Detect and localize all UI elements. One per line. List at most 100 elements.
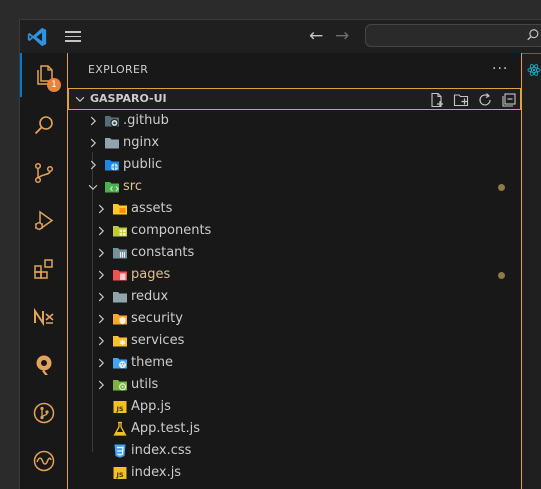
modified-indicator	[498, 272, 505, 279]
vscode-window: ← → 1 EXPLORER ··· GASPARO-UI .github ng…	[19, 19, 541, 489]
command-center-search[interactable]	[365, 24, 541, 47]
tree-item-label: theme	[131, 355, 173, 370]
tree-item-components[interactable]: components	[68, 220, 521, 242]
search-activity-button[interactable]	[20, 103, 67, 147]
workspace-folder-header[interactable]: GASPARO-UI	[68, 88, 521, 110]
nx-console-activity-button[interactable]	[20, 295, 67, 339]
chevron-right-icon	[90, 116, 97, 126]
activity-bar: 1	[20, 53, 68, 489]
tree-item-pages[interactable]: pages	[68, 264, 521, 286]
utils-folder-icon	[113, 380, 127, 391]
live-share-activity-button[interactable]	[20, 439, 67, 483]
nx-icon	[33, 307, 54, 327]
tree-item-nginx[interactable]: nginx	[68, 132, 521, 154]
tree-item-utils[interactable]: utils	[68, 374, 521, 396]
more-actions-icon[interactable]: ···	[492, 62, 508, 76]
github-folder-icon	[105, 116, 119, 127]
gitlens-activity-button[interactable]	[20, 391, 67, 435]
tree-item-label: index.css	[131, 443, 192, 458]
theme-folder-icon	[113, 358, 127, 369]
chevron-right-icon	[98, 358, 105, 368]
tree-item-label: App.js	[131, 399, 171, 414]
tree-item-label: index.js	[131, 465, 182, 480]
new-file-icon[interactable]	[429, 92, 445, 108]
tree-item-constants[interactable]: constants	[68, 242, 521, 264]
chevron-right-icon	[98, 226, 105, 236]
vscode-logo-icon	[27, 27, 47, 47]
tree-item-src[interactable]: src	[68, 176, 521, 198]
tree-item-assets[interactable]: assets	[68, 198, 521, 220]
refresh-icon[interactable]	[477, 92, 493, 108]
chevron-down-icon	[88, 184, 98, 191]
chevron-right-icon	[98, 204, 105, 214]
tree-item-services[interactable]: services	[68, 330, 521, 352]
tree-item-label: App.test.js	[131, 421, 201, 436]
components-folder-icon	[113, 226, 127, 237]
assets-folder-icon	[113, 204, 127, 215]
js-file-icon: JS	[113, 467, 127, 479]
tree-item-label: src	[123, 179, 142, 194]
run-debug-activity-button[interactable]	[20, 199, 67, 243]
collapse-all-icon[interactable]	[501, 92, 517, 108]
explorer-title: EXPLORER	[88, 63, 149, 76]
modified-indicator	[498, 184, 505, 191]
quokka-icon	[36, 355, 51, 375]
tree-item-label: constants	[131, 245, 195, 260]
tree-item-app-js[interactable]: JS App.js	[68, 396, 521, 418]
changes-badge: 1	[47, 78, 61, 92]
tree-item-index-js[interactable]: JS index.js	[68, 462, 521, 484]
tree-item-redux[interactable]: redux	[68, 286, 521, 308]
public-folder-icon	[105, 160, 119, 171]
gitlens-icon	[33, 402, 54, 424]
extensions-activity-button[interactable]	[20, 247, 67, 291]
tree-item-security[interactable]: security	[68, 308, 521, 330]
redux-folder-icon	[113, 292, 127, 303]
svg-text:JS: JS	[115, 471, 123, 479]
source-control-activity-button[interactable]	[20, 151, 67, 195]
quokka-activity-button[interactable]	[20, 343, 67, 387]
explorer-sidebar: EXPLORER ··· GASPARO-UI .github nginx pu…	[67, 53, 522, 489]
editor-tab[interactable]	[522, 53, 541, 89]
forward-arrow-icon[interactable]: →	[335, 26, 349, 46]
security-folder-icon	[113, 314, 127, 325]
tree-item-label: public	[123, 157, 163, 172]
tree-item-github[interactable]: .github	[68, 110, 521, 132]
services-folder-icon	[113, 336, 127, 347]
tree-item-index-css[interactable]: index.css	[68, 440, 521, 462]
new-folder-icon[interactable]	[453, 92, 469, 108]
tree-item-theme[interactable]: theme	[68, 352, 521, 374]
chevron-right-icon	[98, 336, 105, 346]
tree-item-label: security	[131, 311, 183, 326]
chevron-right-icon	[90, 138, 97, 148]
tree-item-label: utils	[131, 377, 159, 392]
folder-icon	[105, 138, 119, 149]
run-debug-icon	[34, 210, 53, 231]
css-file-icon	[114, 444, 126, 458]
workspace-name: GASPARO-UI	[90, 92, 167, 105]
js-file-icon: JS	[113, 401, 127, 413]
hamburger-menu-icon[interactable]	[65, 28, 81, 44]
constants-folder-icon	[113, 248, 127, 259]
pages-folder-icon	[113, 270, 127, 281]
back-arrow-icon[interactable]: ←	[309, 26, 323, 46]
chevron-right-icon	[90, 160, 97, 170]
test-file-icon	[113, 421, 127, 436]
extensions-icon	[33, 259, 53, 279]
tree-item-label: redux	[131, 289, 169, 304]
search-icon	[527, 29, 539, 41]
editor-area	[522, 53, 541, 489]
chevron-right-icon	[98, 248, 105, 258]
react-icon	[527, 64, 541, 76]
chevron-right-icon	[98, 292, 105, 302]
source-control-icon	[34, 162, 53, 184]
title-bar: ← →	[20, 20, 541, 53]
src-folder-icon	[105, 182, 119, 193]
chevron-down-icon	[75, 96, 85, 103]
tree-item-app-test-js[interactable]: App.test.js	[68, 418, 521, 440]
chevron-right-icon	[98, 380, 105, 390]
chevron-right-icon	[98, 314, 105, 324]
tree-item-label: .github	[123, 113, 169, 128]
tree-item-public[interactable]: public	[68, 154, 521, 176]
tree-item-label: nginx	[123, 135, 160, 150]
explorer-activity-button[interactable]: 1	[20, 53, 67, 97]
